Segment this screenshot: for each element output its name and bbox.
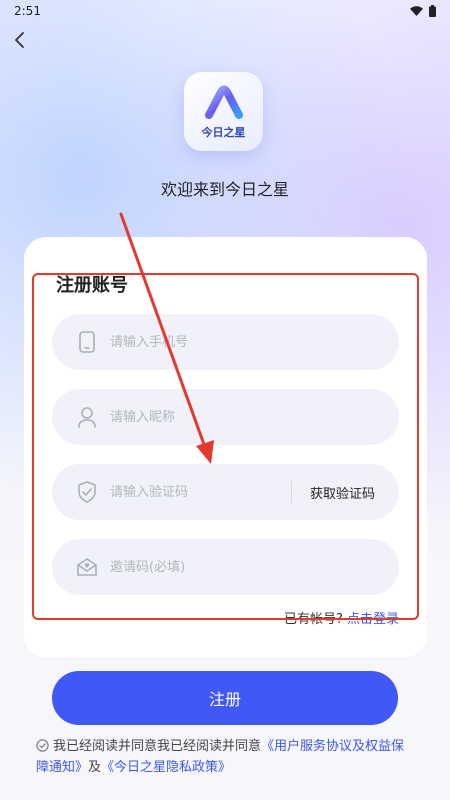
back-button[interactable] (8, 28, 32, 52)
logo-mark-icon (204, 85, 243, 119)
code-input[interactable] (108, 483, 291, 501)
form-title: 注册账号 (56, 275, 128, 296)
login-line: 已有帐号? 点击登录 (284, 608, 399, 627)
get-code-button[interactable]: 获取验证码 (292, 483, 399, 502)
agreement-prefix: 我已经阅读并同意我已经阅读并同意 (53, 739, 262, 754)
nickname-input[interactable] (108, 408, 399, 426)
invite-input[interactable] (108, 558, 399, 576)
phone-input[interactable] (108, 333, 399, 351)
logo-text: 今日之星 (201, 125, 246, 139)
phone-icon (76, 331, 98, 353)
status-time: 2:51 (14, 4, 41, 18)
nickname-field (52, 389, 399, 445)
code-field: 获取验证码 (52, 464, 399, 520)
wifi-icon (410, 6, 423, 16)
register-card: 注册账号 获取验证码 (24, 237, 427, 657)
status-bar: 2:51 (0, 0, 450, 22)
register-button[interactable]: 注册 (52, 671, 398, 725)
privacy-policy-link[interactable]: 《今日之星隐私政策》 (101, 760, 231, 775)
agreement-text: 我已经阅读并同意我已经阅读并同意《用户服务协议及权益保障通知》及《今日之星隐私政… (36, 736, 416, 778)
chevron-left-icon (15, 32, 24, 48)
user-icon (76, 406, 98, 428)
welcome-text: 欢迎来到今日之星 (160, 180, 289, 199)
status-icons (410, 5, 436, 17)
phone-field (52, 314, 399, 370)
battery-icon (429, 5, 436, 17)
envelope-heart-icon (76, 556, 98, 578)
shield-check-icon (76, 481, 98, 503)
agreement-conj: 及 (88, 760, 102, 775)
check-circle-icon[interactable] (36, 738, 49, 752)
invite-field (52, 539, 399, 595)
app-logo: 今日之星 (184, 72, 263, 151)
login-prompt: 已有帐号? (283, 612, 343, 627)
login-link[interactable]: 点击登录 (347, 612, 399, 627)
